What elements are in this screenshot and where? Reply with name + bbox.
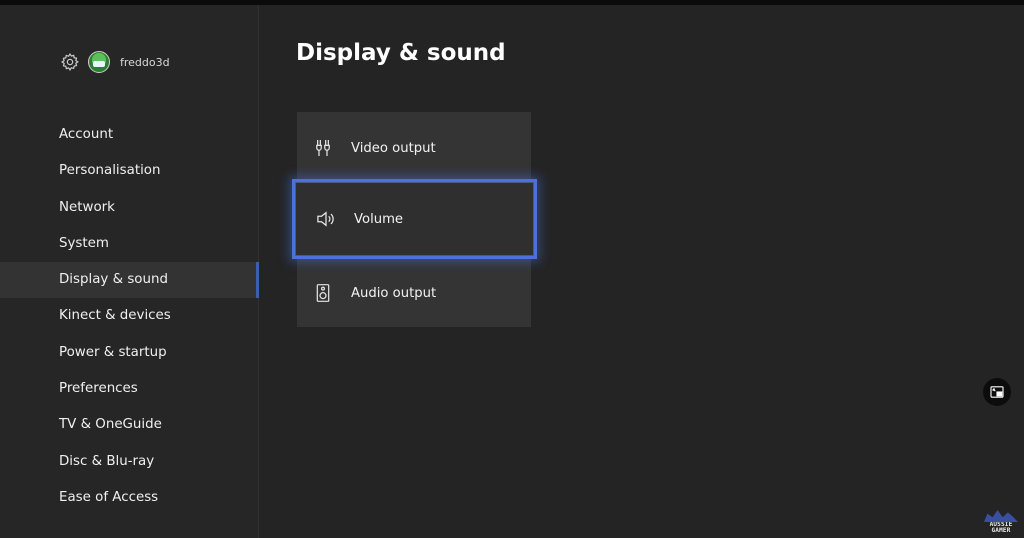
profile-header: freddo3d: [60, 51, 170, 73]
settings-nav: Account Personalisation Network System D…: [0, 117, 259, 516]
avatar[interactable]: [88, 51, 110, 73]
sidebar-item-personalisation[interactable]: Personalisation: [0, 153, 258, 189]
sidebar-item-ease-of-access[interactable]: Ease of Access: [0, 480, 258, 516]
sidebar-item-account[interactable]: Account: [0, 117, 258, 153]
audio-output-option[interactable]: Audio output: [297, 257, 531, 329]
speaker-volume-icon: [316, 208, 336, 230]
sidebar-item-display-sound[interactable]: Display & sound: [0, 262, 259, 299]
snap-view-button[interactable]: [983, 378, 1011, 406]
picture-in-picture-icon: [990, 383, 1004, 402]
sidebar-item-disc-bluray[interactable]: Disc & Blu-ray: [0, 444, 258, 480]
gear-icon[interactable]: [60, 52, 80, 72]
video-output-option[interactable]: Video output: [297, 112, 531, 184]
audio-speaker-icon: [314, 282, 332, 304]
watermark-emblem: [984, 510, 1018, 522]
sidebar-item-power-startup[interactable]: Power & startup: [0, 335, 258, 371]
video-output-icon: [314, 137, 332, 159]
watermark-line2: GAMER: [991, 527, 1011, 534]
volume-option[interactable]: Volume: [292, 179, 537, 259]
video-output-label: Video output: [351, 140, 436, 156]
sidebar: freddo3d Account Personalisation Network…: [0, 5, 259, 538]
xbox-settings-screen: freddo3d Account Personalisation Network…: [0, 0, 1024, 538]
audio-output-label: Audio output: [351, 285, 437, 301]
sidebar-item-tv-oneguide[interactable]: TV & OneGuide: [0, 407, 258, 443]
sidebar-item-preferences[interactable]: Preferences: [0, 371, 258, 407]
volume-label: Volume: [354, 211, 404, 227]
sidebar-item-system[interactable]: System: [0, 226, 258, 262]
gamertag: freddo3d: [120, 55, 170, 69]
sidebar-item-kinect-devices[interactable]: Kinect & devices: [0, 298, 258, 334]
sidebar-item-network[interactable]: Network: [0, 190, 258, 226]
watermark-logo: AUSSIE GAMER: [982, 508, 1020, 534]
page-title: Display & sound: [296, 40, 506, 66]
